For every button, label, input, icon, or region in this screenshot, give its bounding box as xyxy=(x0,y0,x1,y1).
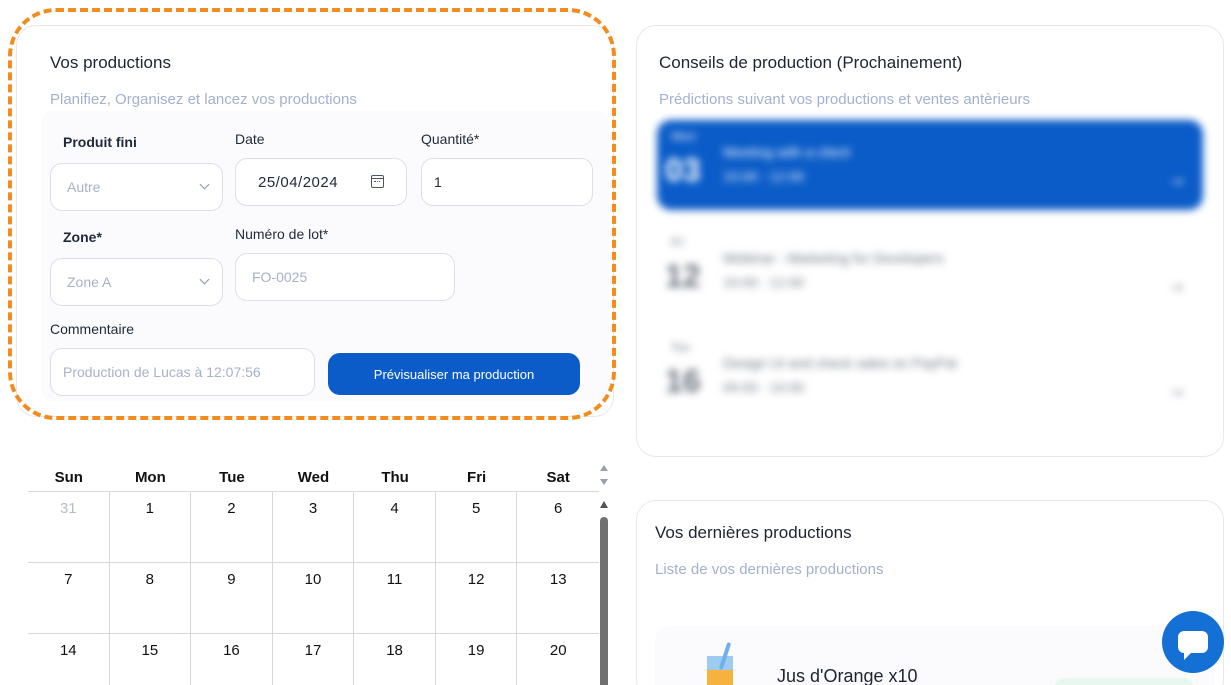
scroll-down-arrow-icon[interactable] xyxy=(600,479,608,485)
status-badge xyxy=(1055,678,1193,685)
calendar-day-cell[interactable]: 14 xyxy=(28,634,110,685)
event-title: Design UI and check sales on PayPal xyxy=(723,355,957,371)
production-form-card: Vos productions Planifiez, Organisez et … xyxy=(16,25,614,417)
production-advice-card: Conseils de production (Prochainement) P… xyxy=(636,25,1224,457)
orange-juice-icon xyxy=(707,642,737,685)
production-name: Jus d'Orange x10 xyxy=(777,666,918,685)
quantite-value: 1 xyxy=(434,174,442,190)
event-weekday: Tue xyxy=(671,341,690,354)
calendar-weekday: Thu xyxy=(381,469,409,486)
calendar-day-cell[interactable]: 2 xyxy=(191,492,273,563)
calendar-day-cell[interactable]: 18 xyxy=(354,634,436,685)
advice-title: Conseils de production (Prochainement) xyxy=(659,53,963,72)
calendar-weekday: Fri xyxy=(467,469,487,486)
event-time: 09:00 - 10:00 xyxy=(723,381,805,395)
event-weekday: Fri xyxy=(671,236,685,249)
calendar-day-cell[interactable]: 8 xyxy=(109,563,192,634)
produit-fini-select[interactable]: Autre xyxy=(50,163,223,211)
scroll-up-arrow-icon[interactable] xyxy=(600,465,608,471)
numero-lot-placeholder: FO-0025 xyxy=(252,269,308,285)
arrow-right-icon: → xyxy=(1171,385,1183,401)
zone-select[interactable]: Zone A xyxy=(50,258,223,306)
produit-fini-label: Produit fini xyxy=(63,134,137,150)
chat-button[interactable] xyxy=(1162,611,1224,673)
numero-lot-label: Numéro de lot* xyxy=(235,226,329,242)
advice-event-item[interactable]: Wed 03 Meeting with a client 10:00 - 12:… xyxy=(657,120,1203,210)
calendar-day-cell[interactable]: 11 xyxy=(354,563,436,634)
commentaire-label: Commentaire xyxy=(50,321,135,337)
calendar-day-cell[interactable]: 20 xyxy=(517,634,599,685)
advice-event-item[interactable]: Tue 16 Design UI and check sales on PayP… xyxy=(657,331,1203,421)
preview-production-button[interactable]: Prévisualiser ma production xyxy=(328,353,580,395)
event-title: Webinar - Marketing for Developers xyxy=(723,250,944,266)
calendar-weekday: Sun xyxy=(54,469,83,486)
advice-event-item[interactable]: Fri 12 Webinar - Marketing for Developer… xyxy=(657,226,1203,316)
calendar-weekday: Tue xyxy=(219,469,245,486)
calendar-day-cell[interactable]: 17 xyxy=(273,634,355,685)
date-label: Date xyxy=(235,131,265,147)
produit-fini-value: Autre xyxy=(67,179,101,195)
event-weekday: Wed xyxy=(671,130,695,143)
calendar-weekday-header: Sun Mon Tue Wed Thu Fri Sat xyxy=(28,460,599,492)
production-calendar: Sun Mon Tue Wed Thu Fri Sat 31 1 2 3 4 5 6 7 8 9 10 11 12 1… xyxy=(28,460,599,685)
calendar-day-cell[interactable]: 12 xyxy=(435,563,518,634)
chat-bubble-icon xyxy=(1178,631,1208,660)
calendar-weekday: Wed xyxy=(297,469,330,486)
calendar-weekday: Sat xyxy=(546,469,570,486)
calendar-day-cell[interactable]: 7 xyxy=(28,563,110,634)
zone-value: Zone A xyxy=(67,274,112,290)
calendar-day-cell[interactable]: 3 xyxy=(272,492,355,563)
zone-label: Zone* xyxy=(63,229,102,245)
arrow-right-icon: → xyxy=(1171,174,1183,190)
calendar-day-cell[interactable]: 1 xyxy=(109,492,192,563)
calendar-icon[interactable] xyxy=(371,175,384,188)
commentaire-placeholder: Production de Lucas à 12:07:56 xyxy=(63,364,261,380)
production-list-item[interactable]: Jus d'Orange x10 xyxy=(655,626,1215,685)
scroll-up-arrow-icon[interactable] xyxy=(600,501,608,508)
event-day: 16 xyxy=(665,363,701,399)
event-time: 10:00 - 12:00 xyxy=(723,170,805,184)
latest-productions-card: Vos dernières productions Liste de vos d… xyxy=(636,500,1224,685)
calendar-day-cell[interactable]: 10 xyxy=(272,563,355,634)
quantite-label: Quantité* xyxy=(421,131,480,147)
arrow-right-icon: → xyxy=(1171,280,1183,296)
calendar-day-cell[interactable]: 4 xyxy=(354,492,436,563)
chevron-down-icon xyxy=(199,179,210,190)
calendar-day-cell[interactable]: 19 xyxy=(436,634,518,685)
event-title: Meeting with a client xyxy=(723,144,850,160)
calendar-day-cell[interactable]: 9 xyxy=(191,563,273,634)
production-form-title: Vos productions xyxy=(50,53,171,72)
scrollbar-thumb[interactable] xyxy=(600,517,608,685)
date-value: 25/04/2024 xyxy=(258,173,339,191)
latest-title: Vos dernières productions xyxy=(655,523,852,542)
chevron-down-icon xyxy=(199,274,210,285)
event-time: 10:00 - 12:00 xyxy=(723,276,805,290)
calendar-weekday: Mon xyxy=(134,469,166,486)
calendar-grid: 31 1 2 3 4 5 6 7 8 9 10 11 12 13 14 15 16 17 18 19 20 xyxy=(28,492,599,685)
calendar-day-cell[interactable]: 5 xyxy=(435,492,518,563)
production-form-subtitle: Planifiez, Organisez et lancez vos produ… xyxy=(50,91,357,108)
event-day: 12 xyxy=(665,258,701,294)
calendar-day-cell[interactable]: 6 xyxy=(517,492,599,563)
commentaire-input[interactable]: Production de Lucas à 12:07:56 xyxy=(50,348,315,396)
advice-subtitle: Prédictions suivant vos productions et v… xyxy=(659,91,1031,108)
event-day: 03 xyxy=(665,152,701,188)
calendar-scrollbar[interactable] xyxy=(600,465,608,685)
calendar-day-cell[interactable]: 13 xyxy=(517,563,599,634)
calendar-day-cell[interactable]: 15 xyxy=(110,634,192,685)
date-input[interactable]: 25/04/2024 xyxy=(235,158,407,206)
latest-subtitle: Liste de vos dernières productions xyxy=(655,561,884,578)
quantite-input[interactable]: 1 xyxy=(421,158,593,206)
calendar-day-cell[interactable]: 31 xyxy=(28,492,110,563)
calendar-day-cell[interactable]: 16 xyxy=(191,634,273,685)
numero-lot-input[interactable]: FO-0025 xyxy=(235,253,455,301)
